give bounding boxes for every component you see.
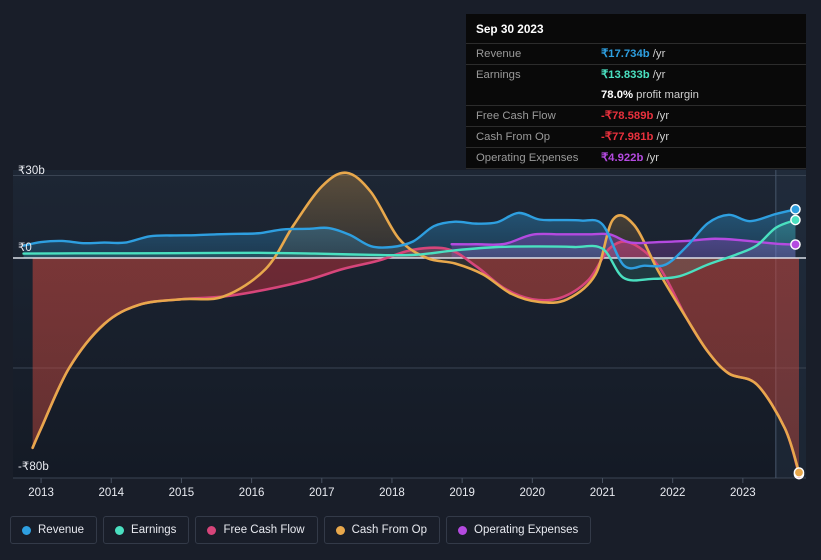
tooltip-value-number: 78.0% (601, 89, 634, 101)
tooltip-row-value: -₹78.589b /yr (601, 105, 806, 127)
y-axis-label-top: ₹30b (18, 165, 45, 177)
legend-color-dot-icon (115, 525, 125, 535)
tooltip-value-unit: profit margin (633, 89, 699, 101)
y-axis-label-zero: ₹0 (18, 242, 32, 254)
legend-item-label: Operating Expenses (474, 524, 579, 536)
tooltip-row-value: ₹17.734b /yr (601, 43, 806, 65)
x-axis-tick-2018: 2018 (379, 487, 405, 499)
tooltip-value-unit: /yr (653, 131, 670, 143)
tooltip-value-number: -₹78.589b (601, 110, 654, 122)
x-axis-tick-2015: 2015 (168, 487, 195, 499)
x-axis-tick-2014: 2014 (98, 487, 125, 499)
tooltip-row-value: ₹13.833b /yr (601, 64, 806, 85)
tooltip-value-number: ₹4.922b (601, 152, 644, 164)
x-axis-tick-2022: 2022 (659, 487, 686, 499)
legend-item-revenue[interactable]: Revenue (10, 516, 98, 544)
x-axis-tick-2021: 2021 (589, 487, 616, 499)
tooltip-row: Earnings ₹13.833b /yr (466, 64, 806, 85)
legend-color-dot-icon (207, 525, 217, 535)
tooltip-value-unit: /yr (649, 48, 666, 60)
tooltip-row-label: Free Cash Flow (466, 105, 601, 127)
x-axis-tick-2023: 2023 (730, 487, 756, 499)
tooltip-value-unit: /yr (643, 152, 660, 164)
legend-item-free-cash-flow[interactable]: Free Cash Flow (195, 516, 318, 544)
tooltip-row-label: Revenue (466, 43, 601, 65)
legend-color-dot-icon (458, 525, 468, 535)
financial-chart-screenshot: ₹30b ₹0 -₹80b 2013 2014 2015 2016 2017 2018 20… (0, 0, 821, 560)
operating-expenses-endpoint-marker (790, 239, 801, 250)
x-axis-tick-2016: 2016 (238, 487, 265, 499)
tooltip-row-value: 78.0% profit margin (601, 85, 806, 106)
tooltip-row-value: ₹4.922b /yr (601, 147, 806, 169)
tooltip-row-label: Earnings (466, 64, 601, 85)
earnings-endpoint-marker (790, 214, 801, 226)
tooltip-row: Operating Expenses ₹4.922b /yr (466, 147, 806, 169)
legend-item-label: Free Cash Flow (223, 524, 305, 536)
legend-item-label: Revenue (38, 524, 85, 536)
x-axis-tick-2020: 2020 (519, 487, 546, 499)
legend-item-operating-expenses[interactable]: Operating Expenses (446, 516, 592, 544)
legend-item-cash-from-op[interactable]: Cash From Op (323, 516, 441, 544)
x-axis-tick-2017: 2017 (308, 487, 335, 499)
x-axis-tick-2013: 2013 (28, 487, 54, 499)
tooltip-value-number: -₹77.981b (601, 131, 654, 143)
legend-color-dot-icon (22, 525, 31, 535)
legend-item-label: Cash From Op (351, 524, 428, 536)
tooltip-row-label (466, 85, 601, 106)
tooltip-value-number: ₹13.833b (601, 69, 650, 81)
tooltip-row: Cash From Op -₹77.981b /yr (466, 126, 806, 148)
x-axis-tick-2019: 2019 (449, 487, 475, 499)
y-axis-label-bottom: -₹80b (18, 461, 49, 473)
revenue-endpoint-marker (790, 204, 801, 215)
tooltip-row-label: Operating Expenses (466, 147, 601, 169)
chart-tooltip: Sep 30 2023 Revenue ₹17.734b /yr Earnings ₹… (466, 14, 806, 169)
tooltip-value-number: ₹17.734b (601, 48, 650, 60)
tooltip-row: Revenue ₹17.734b /yr (466, 43, 806, 65)
tooltip-value-unit: /yr (649, 69, 666, 81)
tooltip-row-label: Cash From Op (466, 126, 601, 148)
legend-item-label: Earnings (131, 524, 177, 536)
tooltip-row: 78.0% profit margin (466, 85, 806, 106)
tooltip-table: Revenue ₹17.734b /yr Earnings ₹13.833b /yr 7… (466, 43, 806, 169)
tooltip-date: Sep 30 2023 (476, 22, 544, 36)
chart-legend: Revenue Earnings Free Cash Flow Cash From O… (10, 516, 592, 544)
tooltip-value-unit: /yr (653, 110, 670, 122)
legend-item-earnings[interactable]: Earnings (103, 516, 190, 544)
tooltip-row-value: -₹77.981b /yr (601, 126, 806, 148)
tooltip-row: Free Cash Flow -₹78.589b /yr (466, 105, 806, 127)
legend-color-dot-icon (335, 525, 345, 535)
cash-from-op-endpoint-marker (793, 467, 805, 478)
